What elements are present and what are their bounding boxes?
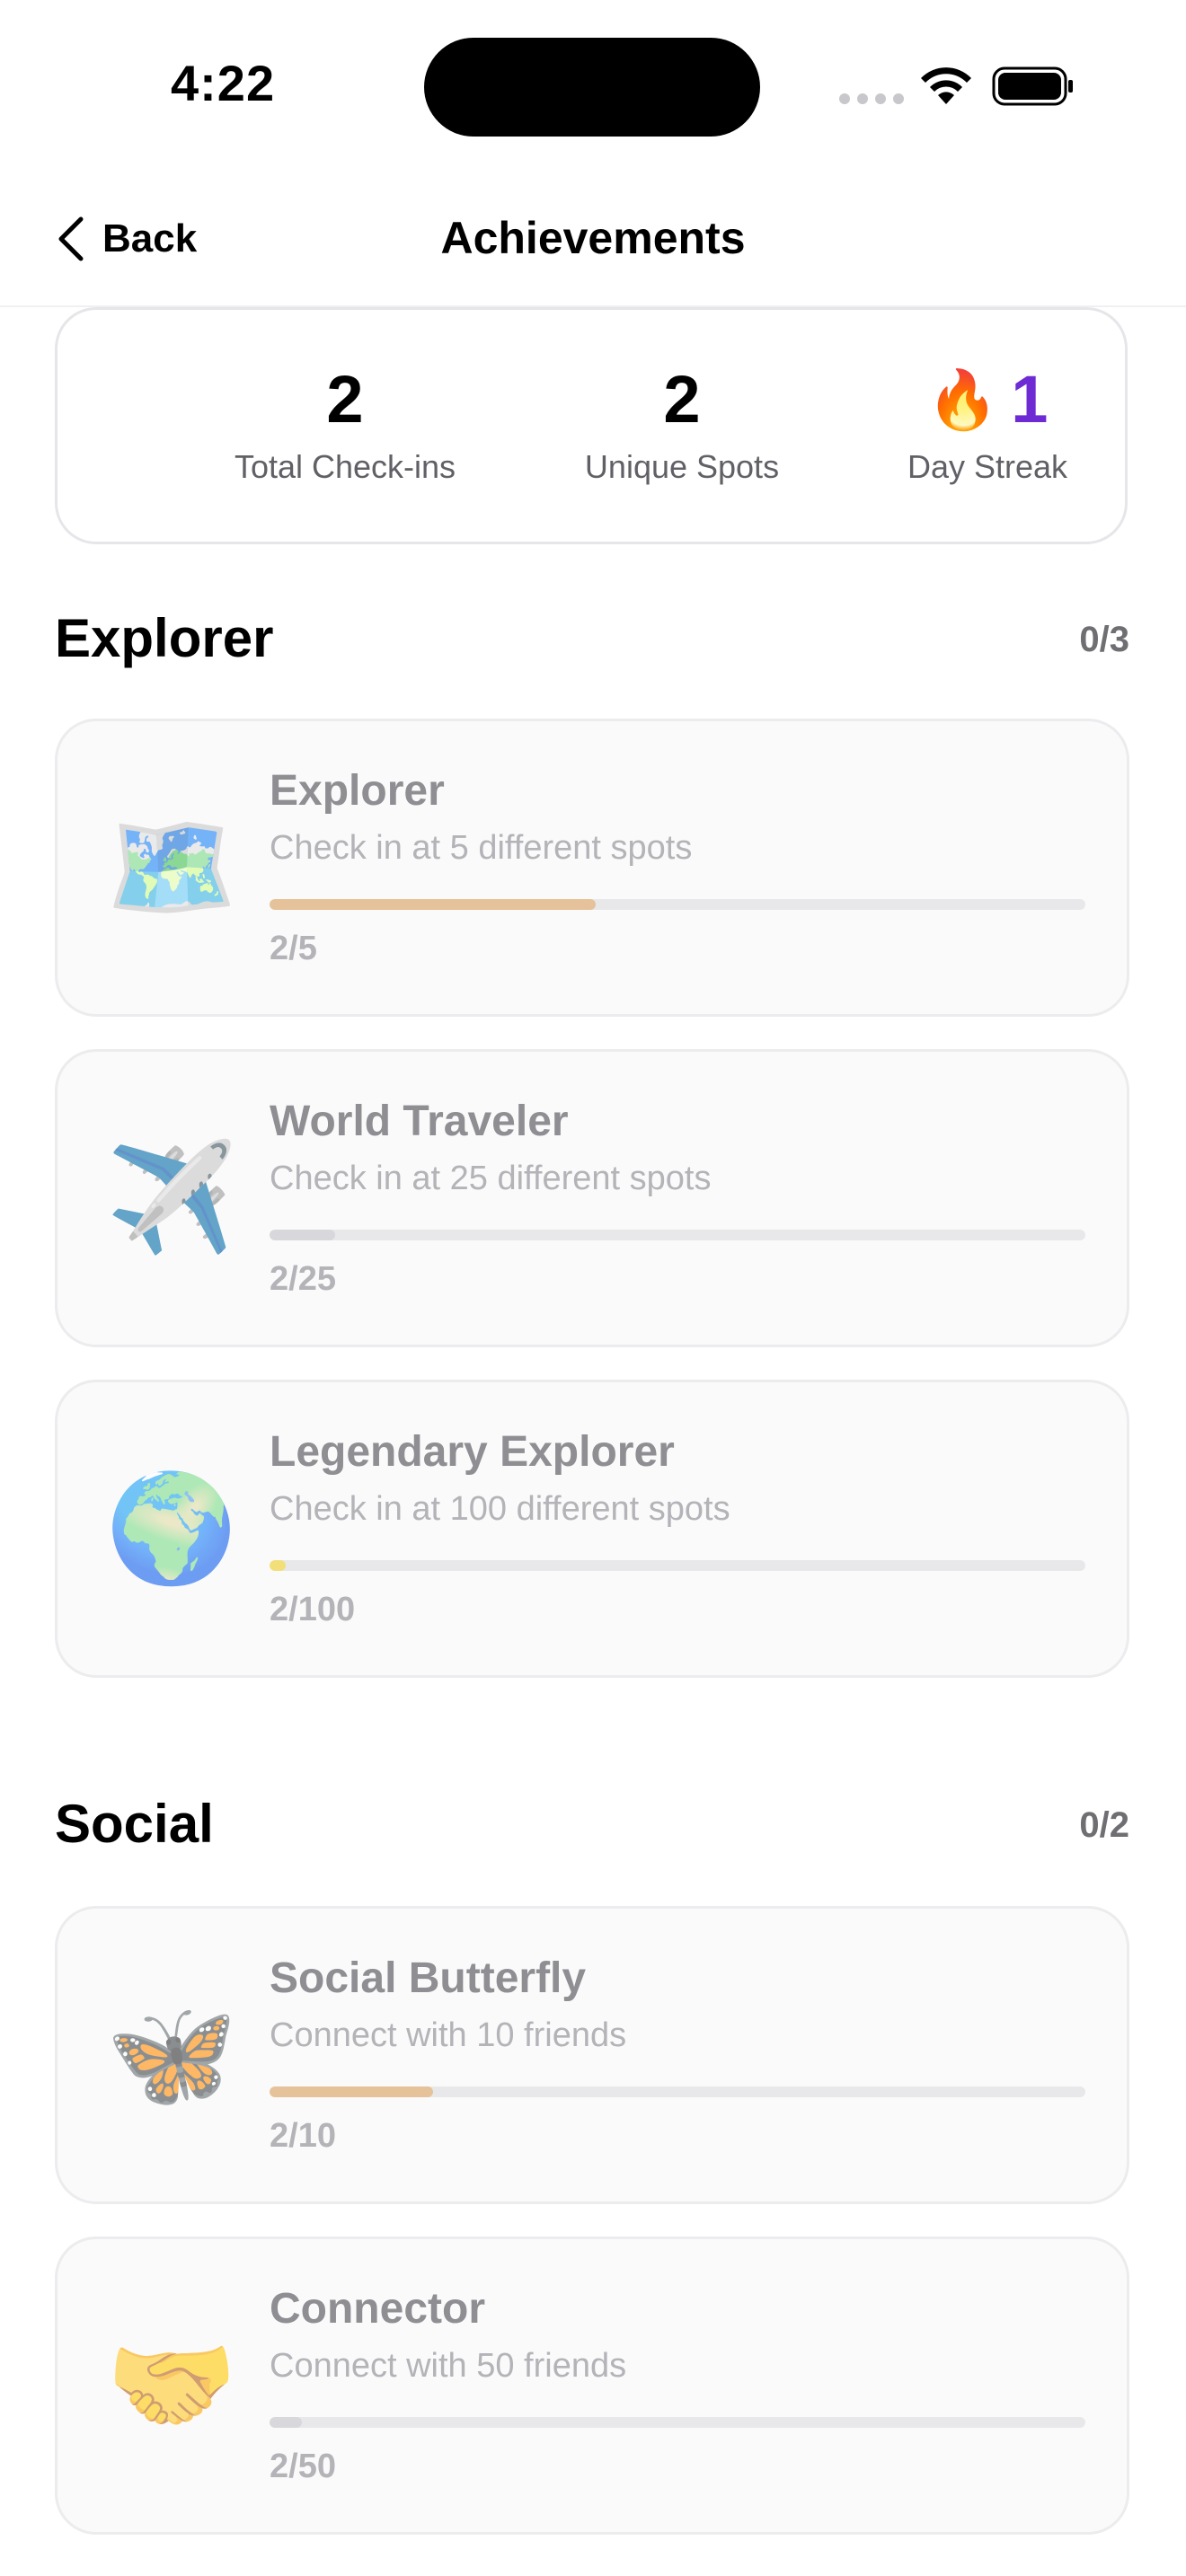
achievement-description: Check in at 5 different spots [270, 829, 693, 867]
section-title-explorer: Explorer [55, 608, 274, 668]
progress-fill [270, 2417, 303, 2428]
airplane-icon: ✈️ [105, 1139, 238, 1257]
achievement-title: Legendary Explorer [270, 1428, 675, 1476]
achievement-card[interactable]: 🤝 Connector Connect with 50 friends 2/50 [55, 2236, 1129, 2535]
achievement-title: World Traveler [270, 1098, 569, 1145]
status-bar: 4:22 [0, 0, 1186, 171]
map-icon: 🗺️ [105, 808, 238, 927]
section-count-social: 0/2 [1079, 1805, 1129, 1845]
globe-icon: 🌍 [105, 1469, 238, 1588]
progress-bar [270, 2086, 1085, 2097]
achievement-description: Check in at 100 different spots [270, 1490, 730, 1528]
day-streak-label: Day Streak [907, 448, 1068, 485]
progress-fill [270, 899, 597, 910]
progress-fill [270, 2086, 433, 2097]
progress-text: 2/100 [270, 1591, 356, 1628]
total-checkins-value: 2 [326, 362, 364, 437]
unique-spots-value: 2 [663, 362, 701, 437]
achievement-title: Explorer [270, 767, 445, 815]
battery-icon [992, 66, 1073, 106]
fire-icon: 🔥 [926, 367, 999, 432]
section-count-explorer: 0/3 [1079, 620, 1129, 659]
stats-summary-card: 2 Total Check-ins 2 Unique Spots 🔥 1 Day… [55, 307, 1128, 544]
status-time: 4:22 [171, 55, 276, 111]
achievement-card[interactable]: ✈️ World Traveler Check in at 25 differe… [55, 1049, 1129, 1347]
dynamic-island [424, 38, 760, 137]
stat-day-streak: 🔥 1 Day Streak [830, 364, 1145, 486]
achievement-card[interactable]: 🗺️ Explorer Check in at 5 different spot… [55, 719, 1129, 1017]
progress-text: 2/25 [270, 1260, 336, 1298]
wifi-icon [921, 67, 971, 104]
progress-bar [270, 1560, 1085, 1571]
achievement-description: Connect with 50 friends [270, 2347, 627, 2385]
page-title: Achievements [440, 213, 746, 263]
progress-bar [270, 899, 1085, 910]
achievement-title: Connector [270, 2285, 485, 2333]
progress-text: 2/10 [270, 2117, 336, 2155]
progress-bar [270, 1230, 1085, 1240]
progress-fill [270, 1230, 335, 1240]
progress-text: 2/5 [270, 930, 317, 967]
achievement-description: Check in at 25 different spots [270, 1160, 712, 1197]
day-streak-value: 1 [1011, 362, 1049, 437]
achievement-description: Connect with 10 friends [270, 2016, 627, 2054]
progress-fill [270, 1560, 287, 1571]
cellular-signal-icon [839, 93, 904, 104]
handshake-icon: 🤝 [105, 2326, 238, 2445]
stat-unique-spots: 2 Unique Spots [507, 364, 857, 486]
achievement-card[interactable]: 🌍 Legendary Explorer Check in at 100 dif… [55, 1380, 1129, 1678]
butterfly-icon: 🦋 [105, 1996, 238, 2114]
navigation-bar: Back Achievements [0, 171, 1186, 307]
total-checkins-label: Total Check-ins [234, 448, 456, 485]
unique-spots-label: Unique Spots [584, 448, 780, 485]
achievement-card[interactable]: 🦋 Social Butterfly Connect with 10 frien… [55, 1906, 1129, 2204]
stat-total-checkins: 2 Total Check-ins [165, 364, 525, 486]
section-title-social: Social [55, 1794, 214, 1854]
progress-bar [270, 2417, 1085, 2428]
progress-text: 2/50 [270, 2448, 336, 2485]
achievement-title: Social Butterfly [270, 1954, 587, 2002]
